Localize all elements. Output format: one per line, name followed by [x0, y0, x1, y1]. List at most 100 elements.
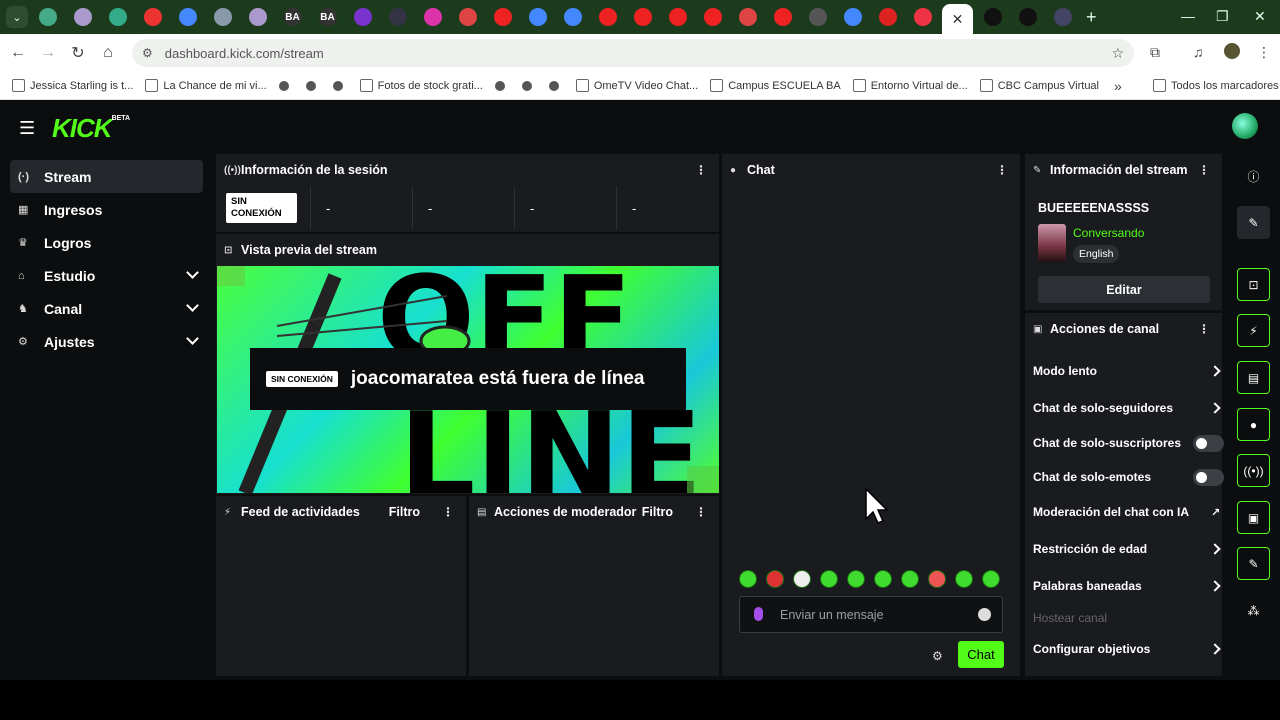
emote-icon[interactable]: [901, 570, 919, 588]
emote-icon[interactable]: [793, 570, 811, 588]
channel-action-item[interactable]: Configurar objetivos: [1033, 639, 1221, 659]
new-tab-icon[interactable]: +: [1086, 7, 1097, 28]
bookmark-item[interactable]: Jessica Starling is t...: [12, 79, 133, 92]
mic-icon[interactable]: [754, 607, 763, 621]
browser-tab[interactable]: [32, 4, 63, 30]
active-tab[interactable]: ✕: [942, 4, 973, 34]
channel-action-item[interactable]: Chat de solo-seguidores: [1033, 398, 1221, 418]
edit-stream-button[interactable]: Editar: [1038, 276, 1210, 303]
channel-actions-options-icon[interactable]: ⋮: [1198, 322, 1210, 336]
emote-icon[interactable]: [820, 570, 838, 588]
sidebar-item-logros[interactable]: ♛ Logros: [10, 226, 203, 259]
more-widgets-icon[interactable]: ⁂: [1237, 594, 1270, 627]
browser-tab[interactable]: [592, 4, 623, 30]
channel-action-item[interactable]: Chat de solo-suscriptores: [1033, 433, 1224, 453]
chevron-right-icon[interactable]: [1209, 580, 1221, 592]
emote-icon[interactable]: [874, 570, 892, 588]
browser-tab[interactable]: [242, 4, 273, 30]
external-link-icon[interactable]: ↗: [1211, 506, 1220, 519]
browser-tab[interactable]: [907, 4, 938, 30]
camera-widget-icon[interactable]: ▣: [1237, 501, 1270, 534]
browser-tab[interactable]: [207, 4, 238, 30]
browser-tab[interactable]: [977, 4, 1008, 30]
reload-icon[interactable]: ↻: [63, 43, 93, 63]
all-bookmarks-folder[interactable]: Todos los marcadores: [1153, 79, 1279, 92]
browser-tab[interactable]: [522, 4, 553, 30]
stream-info-options-icon[interactable]: ⋮: [1198, 163, 1210, 177]
more-bookmarks-icon[interactable]: »: [1114, 78, 1122, 94]
channel-action-item[interactable]: Chat de solo-emotes: [1033, 467, 1224, 487]
extensions-icon[interactable]: ⧉: [1150, 44, 1160, 61]
browser-tab[interactable]: [837, 4, 868, 30]
browser-tab[interactable]: [627, 4, 658, 30]
toggle-switch[interactable]: [1193, 469, 1224, 486]
browser-tab[interactable]: [732, 4, 763, 30]
chat-input[interactable]: Enviar un mensaje: [739, 596, 1003, 633]
browser-tab[interactable]: [137, 4, 168, 30]
activity-filter-button[interactable]: Filtro: [389, 505, 420, 519]
sidebar-item-ingresos[interactable]: ▦ Ingresos: [10, 193, 203, 226]
bookmark-item[interactable]: Fotos de stock grati...: [359, 79, 483, 92]
emote-icon[interactable]: [955, 570, 973, 588]
chevron-right-icon[interactable]: [1209, 365, 1221, 377]
chat-send-button[interactable]: Chat: [958, 641, 1004, 668]
browser-tab[interactable]: BA: [312, 4, 343, 30]
channel-action-item[interactable]: Restricción de edad: [1033, 539, 1221, 559]
bookmark-item[interactable]: La Chance de mi vi...: [145, 79, 267, 92]
broadcast-widget-icon[interactable]: ((•)): [1237, 454, 1270, 487]
kick-logo[interactable]: KICKBETA: [52, 113, 130, 144]
tab-search-icon[interactable]: ⌄: [6, 6, 28, 28]
back-icon[interactable]: ←: [3, 44, 33, 62]
bookmark-item[interactable]: [494, 80, 510, 91]
hamburger-menu-icon[interactable]: ☰: [19, 118, 35, 139]
menu-icon[interactable]: ⋮: [1257, 44, 1271, 61]
browser-tab[interactable]: [452, 4, 483, 30]
session-options-icon[interactable]: ⋮: [695, 163, 707, 177]
chevron-down-icon[interactable]: [186, 299, 199, 312]
browser-tab[interactable]: [872, 4, 903, 30]
preview-widget-icon[interactable]: ⊡: [1237, 268, 1270, 301]
mod-actions-filter-button[interactable]: Filtro: [642, 505, 673, 519]
chat-widget-icon[interactable]: ●: [1237, 408, 1270, 441]
toggle-switch[interactable]: [1193, 435, 1224, 452]
bookmark-item[interactable]: CBC Campus Virtual: [979, 79, 1099, 92]
emote-icon[interactable]: [847, 570, 865, 588]
browser-tab[interactable]: [487, 4, 518, 30]
profile-avatar[interactable]: [1224, 43, 1240, 59]
address-bar[interactable]: ⚙ dashboard.kick.com/stream ☆: [132, 39, 1134, 67]
document-widget-icon[interactable]: ▤: [1237, 361, 1270, 394]
stream-category[interactable]: Conversando: [1073, 226, 1144, 240]
site-info-icon[interactable]: ⚙: [142, 46, 153, 60]
chat-settings-icon[interactable]: ⚙: [932, 649, 943, 663]
wrench-widget-icon[interactable]: ✎: [1237, 547, 1270, 580]
browser-tab[interactable]: [382, 4, 413, 30]
close-icon[interactable]: ✕: [952, 11, 964, 28]
window-close-icon[interactable]: ✕: [1254, 8, 1266, 25]
bookmark-item[interactable]: Campus ESCUELA BA: [710, 79, 841, 92]
chat-options-icon[interactable]: ⋮: [996, 163, 1008, 177]
emote-icon[interactable]: [766, 570, 784, 588]
sidebar-item-canal[interactable]: ♞ Canal: [10, 292, 203, 325]
browser-tab[interactable]: [767, 4, 798, 30]
minimize-icon[interactable]: —: [1181, 8, 1195, 24]
channel-action-item[interactable]: Modo lento: [1033, 361, 1221, 381]
forward-icon[interactable]: →: [33, 44, 63, 62]
maximize-icon[interactable]: ❐: [1216, 8, 1229, 25]
emote-icon[interactable]: [739, 570, 757, 588]
browser-tab[interactable]: [1012, 4, 1043, 30]
browser-tab[interactable]: [557, 4, 588, 30]
browser-tab[interactable]: [347, 4, 378, 30]
edit-icon[interactable]: ✎: [1237, 206, 1270, 239]
browser-tab[interactable]: [802, 4, 833, 30]
browser-tab[interactable]: [102, 4, 133, 30]
bookmark-item[interactable]: [278, 80, 294, 91]
emote-icon[interactable]: [982, 570, 1000, 588]
user-avatar[interactable]: [1232, 113, 1258, 139]
bolt-widget-icon[interactable]: ⚡: [1237, 314, 1270, 347]
chevron-down-icon[interactable]: [186, 332, 199, 345]
chevron-right-icon[interactable]: [1209, 643, 1221, 655]
browser-tab[interactable]: [172, 4, 203, 30]
browser-tab[interactable]: [417, 4, 448, 30]
browser-tab[interactable]: [67, 4, 98, 30]
chevron-down-icon[interactable]: [186, 266, 199, 279]
